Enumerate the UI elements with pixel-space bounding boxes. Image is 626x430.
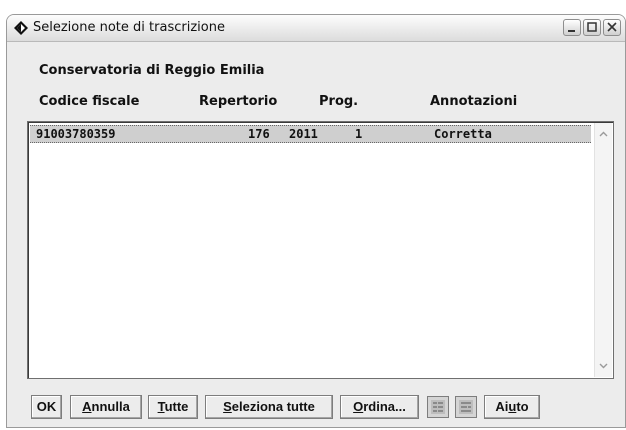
annulla-mnemonic: A [82, 399, 92, 414]
scroll-up-arrow-icon[interactable] [596, 127, 611, 142]
list-item[interactable]: 91003780359 176 2011 1 Corretta [30, 125, 591, 143]
tutte-label: utte [164, 399, 189, 414]
column-header-repertorio: Repertorio [199, 94, 278, 109]
cell-annotazioni: Corretta [434, 127, 492, 141]
cell-codice-fiscale: 91003780359 [36, 127, 116, 141]
column-header-prog: Prog. [319, 94, 359, 109]
aiuto-button[interactable]: Aiuto [484, 395, 540, 419]
maximize-button[interactable] [583, 19, 601, 36]
scroll-down-arrow-icon[interactable] [596, 358, 611, 373]
tutte-mnemonic: T [157, 399, 165, 414]
cell-prog: 1 [355, 127, 363, 141]
cell-repertorio-anno: 2011 [289, 127, 318, 141]
ordina-button[interactable]: Ordina... [340, 395, 419, 419]
sort-ascending-icon[interactable] [427, 396, 449, 418]
vertical-scrollbar[interactable] [594, 123, 612, 377]
seleziona-mnemonic: S [223, 399, 232, 414]
annulla-label: nnulla [91, 399, 130, 414]
aiuto-label-end: to [516, 399, 529, 414]
seleziona-tutte-label: eleziona tutte [231, 399, 315, 414]
ok-button[interactable]: OK [31, 395, 62, 419]
window-title: Selezione note di trascrizione [33, 20, 225, 35]
app-diamond-icon [13, 20, 29, 36]
dialog-window: Selezione note di trascrizione Conservat… [6, 14, 626, 428]
column-header-annotazioni: Annotazioni [430, 94, 518, 109]
aiuto-label-start: Ai [495, 399, 509, 414]
cell-repertorio-numero: 176 [248, 127, 270, 141]
column-header-codice-fiscale: Codice fiscale [39, 94, 140, 109]
conservatoria-label: Conservatoria di Reggio Emilia [39, 63, 265, 78]
title-bar: Selezione note di trascrizione [7, 15, 625, 42]
ordina-label: rdina... [363, 399, 406, 414]
tutte-button[interactable]: Tutte [148, 395, 198, 419]
close-button[interactable] [603, 19, 621, 36]
minimize-button[interactable] [563, 19, 581, 36]
sort-descending-icon[interactable] [455, 396, 477, 418]
notes-listbox[interactable]: 91003780359 176 2011 1 Corretta [27, 121, 614, 379]
seleziona-tutte-button[interactable]: Seleziona tutte [205, 395, 333, 419]
annulla-button[interactable]: Annulla [70, 395, 142, 419]
ordina-mnemonic: O [353, 399, 364, 414]
